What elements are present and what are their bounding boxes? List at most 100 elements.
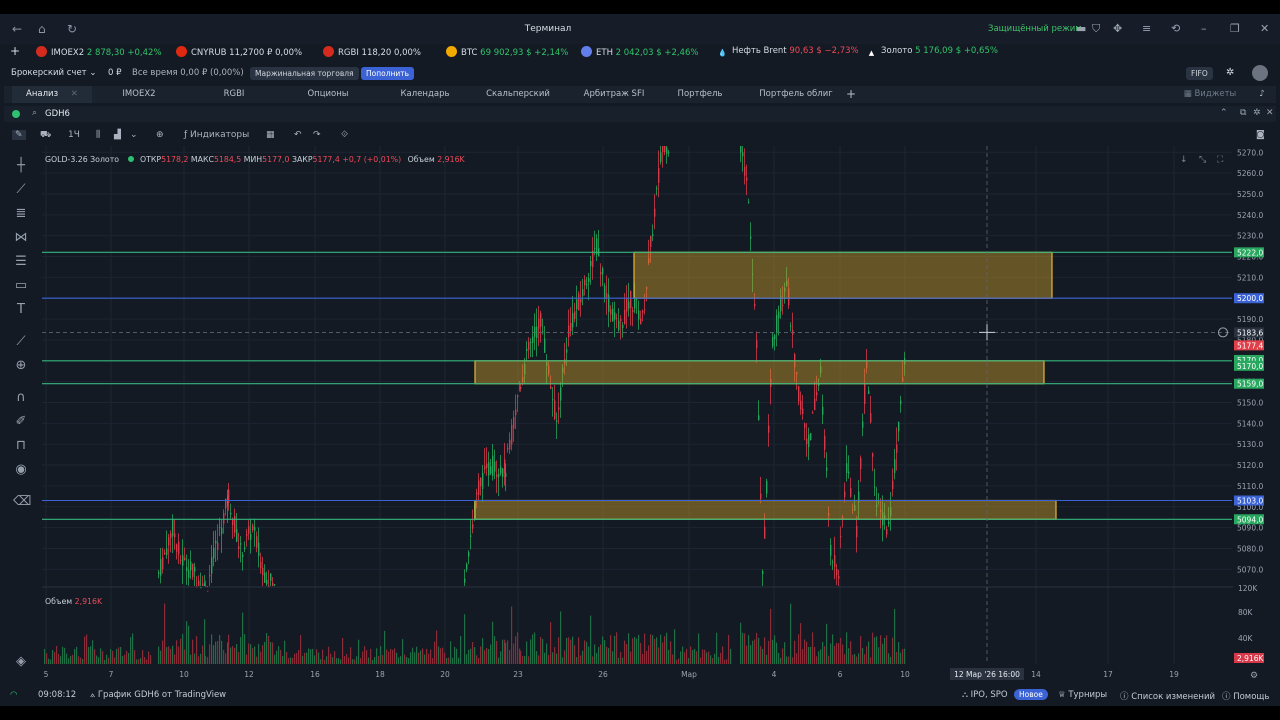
candle-body [892,480,894,490]
candle-body [778,311,780,319]
candle-body [802,408,804,415]
candle-body [604,285,606,298]
candle-body [158,572,160,574]
supply-demand-zone[interactable] [474,499,1057,520]
volume-bar [862,647,864,664]
volume-bar [310,649,312,664]
price-label-text: 5170,0 [1237,362,1263,371]
tradingview-credit[interactable]: ⟑ График GDH6 от TradingView [90,690,226,700]
volume-bar [656,637,658,664]
volume-bar [150,655,152,664]
volume-bar [488,649,490,664]
volume-bar [398,657,400,664]
volume-bar [770,608,772,664]
volume-bar [76,646,78,664]
fullscreen-icon[interactable]: ⤡ [1199,155,1206,165]
candle-body [272,582,274,586]
volume-bar [438,646,440,664]
volume-bar [160,650,162,664]
candle-body [574,311,576,319]
volume-bar [368,657,370,664]
volume-bar [66,653,68,664]
volume-bar [774,635,776,664]
candle-body [160,559,162,576]
candle-body [588,278,590,283]
candle-body [468,552,470,557]
volume-bar [474,647,476,664]
volume-bar [854,654,856,664]
candle-body [754,303,756,307]
volume-bar [118,647,120,664]
volume-bar [221,640,223,664]
volume-bar [262,645,264,664]
volume-bar [608,648,610,664]
volume-bar [446,658,448,664]
candle-body [219,527,221,528]
candle-body [838,576,840,579]
volume-bar [678,658,680,664]
volume-bar [578,637,580,664]
volume-bar [300,634,302,664]
volume-bar [492,621,494,664]
candle-body [580,298,582,303]
supply-demand-zone[interactable] [474,360,1045,385]
volume-bar [594,644,596,664]
supply-demand-zone[interactable] [633,251,1053,299]
volume-bar [784,642,786,664]
volume-bar [296,653,298,664]
volume-bar [620,651,622,664]
volume-bar [126,650,128,664]
candle-body [800,400,802,410]
volume-bar [276,650,278,664]
tournaments-link[interactable]: ♕ Турниры [1058,690,1107,700]
volume-bar [876,636,878,664]
candle-body [544,338,546,353]
price-chart[interactable]: 5270.05260.05250.05240.05230.05220.05210… [0,14,1280,706]
candle-body [534,326,536,337]
candle-body [509,439,511,450]
volume-bar [788,656,790,664]
volume-bar [728,634,730,664]
volume-bar [130,637,132,664]
candle-body [242,554,244,558]
candle-body [578,293,580,311]
volume-bar [306,652,308,664]
candle-body [848,471,850,474]
candle-body [760,493,762,499]
volume-bar [74,649,76,664]
volume-bar [710,655,712,664]
volume-bar [410,652,412,664]
volume-bar [714,653,716,664]
ipo-link[interactable]: ⛬ IPO, SPO [962,690,1008,700]
price-tick-label: 5120.0 [1237,461,1263,470]
volume-bar [616,632,618,664]
volume-bar [836,642,838,664]
scroll-down-icon[interactable]: ↓ [1180,155,1188,165]
candle-body [808,434,810,448]
candle-body [264,572,266,583]
candle-body [630,290,632,309]
legend-name[interactable]: GOLD-3.26 Золото [45,155,119,164]
volume-bar [72,654,74,664]
volume-bar [272,642,274,664]
axis-settings-icon[interactable]: ⚙ [1250,671,1258,681]
changelog-link[interactable]: ⓘ Список изменений [1120,690,1215,702]
candle-body [270,573,272,581]
candle-body [568,325,570,338]
new-badge[interactable]: Новое [1014,689,1048,700]
help-link[interactable]: ⓘ Помощь [1222,690,1269,702]
volume-bar [536,651,538,664]
candle-body [198,580,200,586]
candle-body [188,570,190,578]
volume-bar [622,657,624,664]
volume-bar [744,633,746,664]
volume-bar [592,656,594,664]
volume-bar [898,642,900,664]
volume-bar [804,639,806,664]
candle-body [812,412,814,414]
candle-body [610,309,612,315]
volume-bar [219,635,221,664]
volume-bar [706,652,708,664]
volume-bar [852,654,854,664]
maximize-icon[interactable]: ⛶ [1217,155,1223,165]
